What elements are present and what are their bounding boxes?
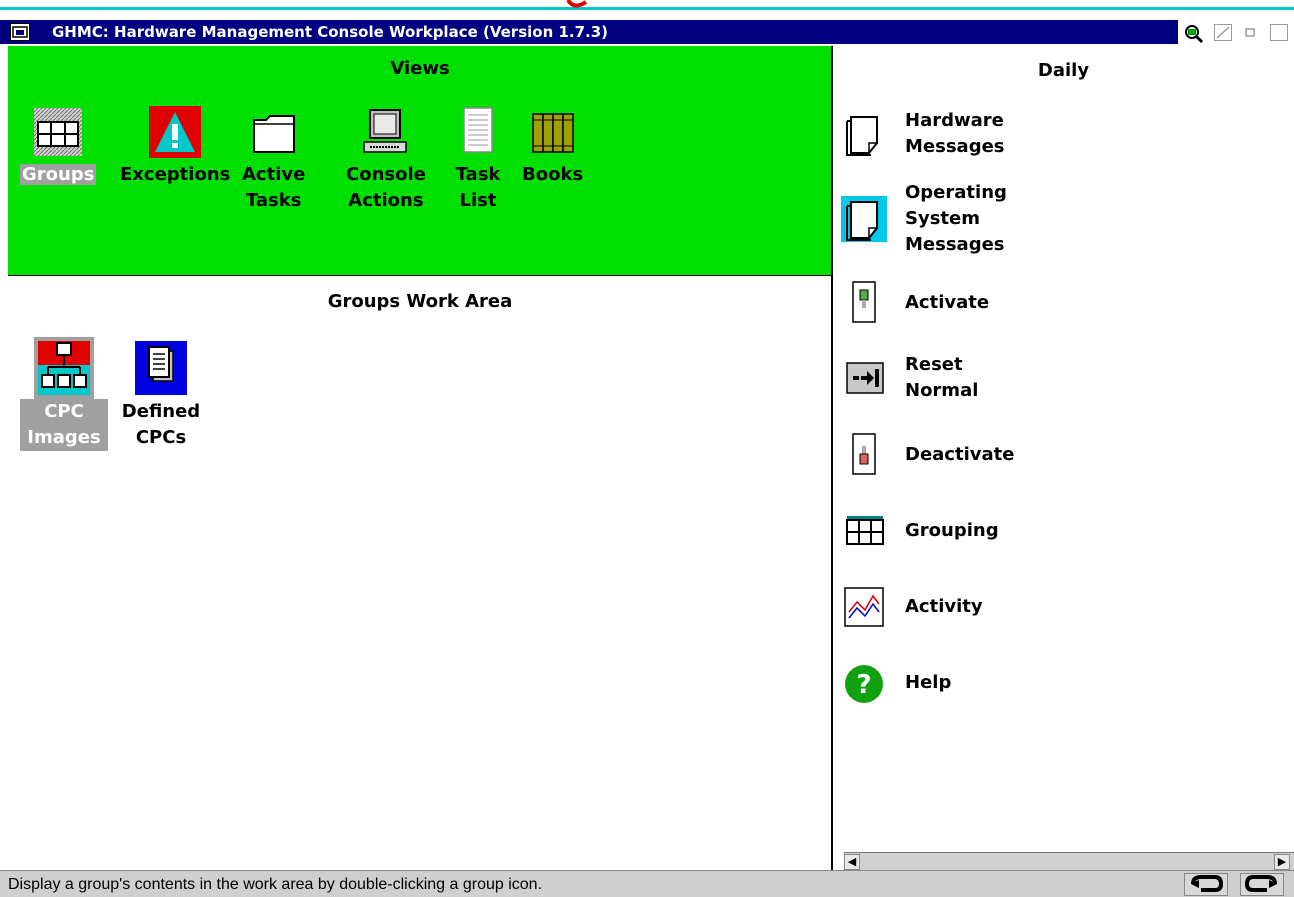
minimize-icon[interactable]: [1214, 24, 1232, 41]
task-list-icon: [452, 106, 504, 158]
task-activate[interactable]: Activate: [841, 280, 989, 326]
view-active-tasks[interactable]: Active Tasks: [242, 106, 305, 214]
groups-work-area: Groups Work Area CPC Images Defined CPCs: [8, 277, 832, 870]
document-icon: [841, 196, 887, 242]
group-cpc-images[interactable]: CPC Images: [20, 337, 108, 451]
back-arrow-button[interactable]: [1184, 873, 1228, 896]
books-icon: [527, 106, 579, 158]
view-label: Groups: [20, 164, 97, 185]
task-hardware-messages[interactable]: Hardware Messages: [841, 108, 1005, 160]
view-console-actions[interactable]: Console Actions: [346, 106, 426, 214]
daily-header: Daily: [1037, 60, 1090, 81]
document-icon: [841, 111, 887, 157]
task-label: Activate: [905, 292, 990, 313]
task-label: Operating System Messages: [905, 182, 1007, 255]
status-message: Display a group's contents in the work a…: [8, 876, 543, 893]
window-title: GHMC: Hardware Management Console Workpl…: [52, 23, 609, 41]
console-icon: [360, 106, 412, 158]
task-os-messages[interactable]: Operating System Messages: [841, 180, 1007, 258]
cpc-images-icon: [34, 337, 94, 399]
view-label: Task List: [455, 164, 501, 211]
scroll-right-arrow-icon[interactable]: ▶: [1274, 854, 1290, 870]
views-header: Views: [390, 58, 450, 79]
task-label: Activity: [905, 596, 983, 617]
daily-horizontal-scrollbar[interactable]: ◀ ▶: [844, 852, 1294, 870]
accent-line: [0, 7, 1294, 10]
task-activity[interactable]: Activity: [841, 584, 983, 630]
group-label: CPC Images: [20, 399, 108, 451]
task-grouping[interactable]: Grouping: [841, 508, 999, 554]
switch-on-icon: [841, 280, 887, 326]
view-label: Exceptions: [120, 164, 231, 185]
group-defined-cpcs[interactable]: Defined CPCs: [116, 337, 206, 451]
reset-arrow-icon: [841, 355, 887, 401]
view-label: Active Tasks: [242, 164, 306, 211]
system-menu-icon[interactable]: [10, 23, 30, 41]
task-label: Hardware Messages: [905, 110, 1005, 157]
views-pane: Views Groups Exceptions Active Tasks Con…: [8, 46, 832, 276]
status-bar: Display a group's contents in the work a…: [0, 870, 1294, 897]
maximize-icon[interactable]: [1270, 24, 1288, 41]
task-reset-normal[interactable]: Reset Normal: [841, 352, 978, 404]
task-label: Grouping: [905, 520, 999, 541]
view-label: Console Actions: [346, 164, 426, 211]
defined-cpcs-icon: [131, 337, 191, 399]
exceptions-icon: [149, 106, 202, 158]
folder-icon: [248, 106, 300, 158]
view-books[interactable]: Books: [522, 106, 583, 188]
task-help[interactable]: ? Help: [841, 660, 951, 706]
switch-off-icon: [841, 432, 887, 478]
restore-icon[interactable]: [1242, 24, 1260, 41]
group-label: Defined CPCs: [121, 401, 201, 448]
view-groups[interactable]: Groups: [20, 106, 97, 188]
grouping-icon: [841, 508, 887, 554]
task-label: Help: [905, 672, 952, 693]
svg-text:?: ?: [856, 670, 871, 700]
view-exceptions[interactable]: Exceptions: [120, 106, 230, 188]
task-label: Reset Normal: [905, 354, 979, 401]
daily-tasks-pane: Daily Hardware Messages Operating System…: [833, 46, 1294, 852]
forward-arrow-button[interactable]: [1240, 873, 1284, 896]
view-task-list[interactable]: Task List: [452, 106, 504, 214]
groups-icon: [32, 106, 84, 158]
window-controls: [1178, 20, 1294, 44]
magnifier-icon[interactable]: [1182, 24, 1204, 44]
title-bar: GHMC: Hardware Management Console Workpl…: [0, 20, 1294, 44]
task-label: Deactivate: [905, 444, 1015, 465]
work-area-header: Groups Work Area: [327, 291, 513, 312]
scroll-left-arrow-icon[interactable]: ◀: [844, 854, 860, 870]
view-label: Books: [522, 164, 584, 185]
activity-chart-icon: [841, 584, 887, 630]
cursor-mark: [566, 0, 588, 8]
help-icon: ?: [841, 660, 887, 706]
task-deactivate[interactable]: Deactivate: [841, 432, 1014, 478]
